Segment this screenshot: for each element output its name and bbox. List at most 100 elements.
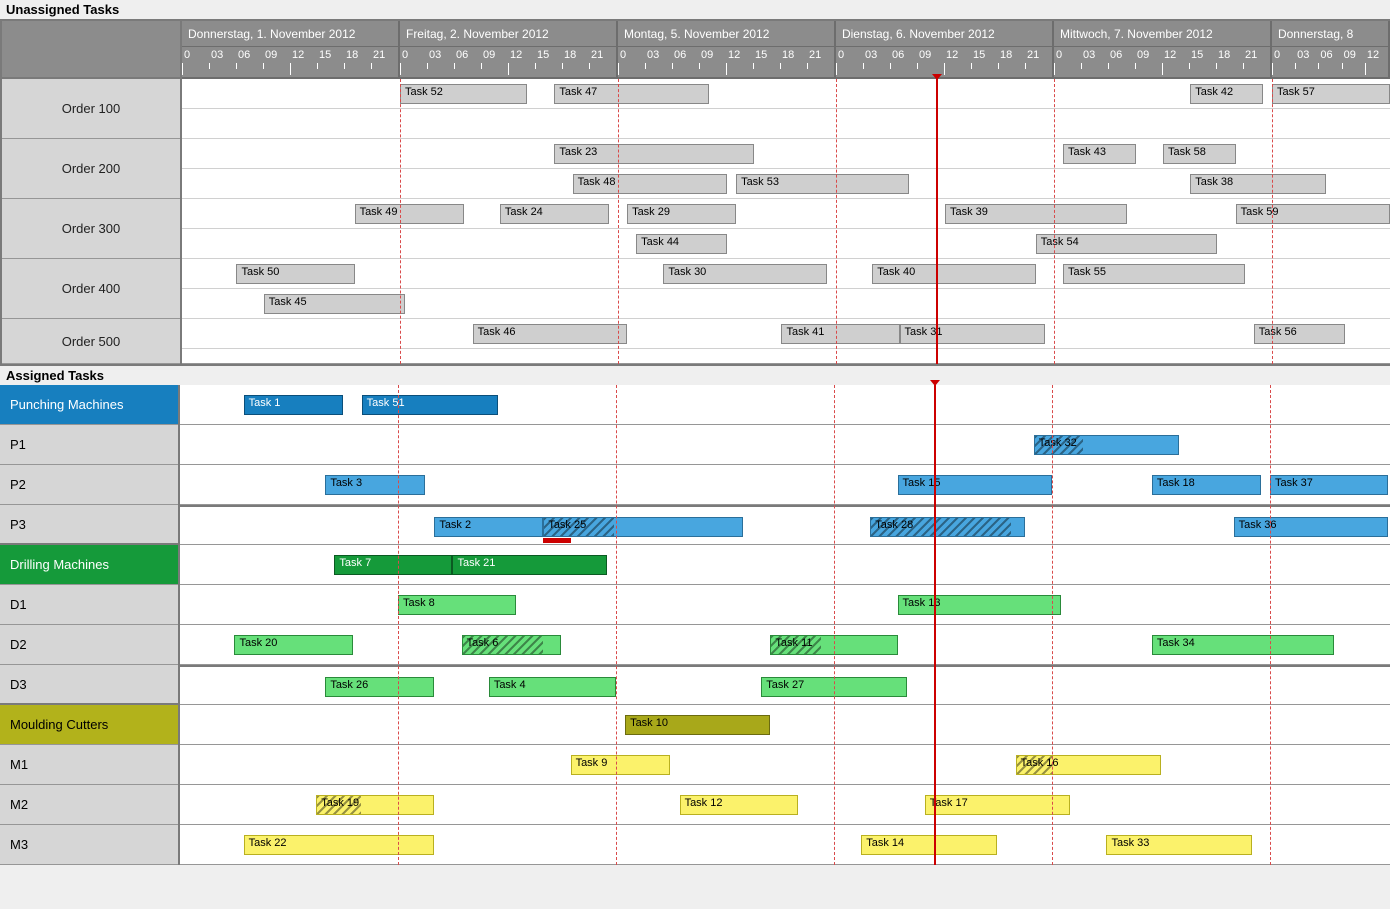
- task-bar[interactable]: Task 37: [1270, 475, 1388, 495]
- task-bar[interactable]: Task 40: [872, 264, 1035, 284]
- task-bar[interactable]: Task 14: [861, 835, 997, 855]
- task-bar[interactable]: Task 59: [1236, 204, 1390, 224]
- task-bar[interactable]: Task 38: [1190, 174, 1326, 194]
- order-row[interactable]: Task 50 Task 30 Task 40 Task 55 Task 45: [182, 259, 1390, 319]
- task-bar[interactable]: Task 25: [543, 517, 743, 537]
- task-bar[interactable]: Task 39: [945, 204, 1127, 224]
- task-bar[interactable]: Task 42: [1190, 84, 1263, 104]
- machine-row-label: P2: [0, 465, 178, 505]
- task-bar[interactable]: Task 26: [325, 677, 434, 697]
- task-bar[interactable]: Task 33: [1106, 835, 1251, 855]
- machine-row[interactable]: Task 20Task 6Task 11Task 34: [180, 625, 1390, 665]
- task-bar[interactable]: Task 58: [1163, 144, 1236, 164]
- task-bar[interactable]: Task 19: [316, 795, 434, 815]
- task-bar[interactable]: Task 46: [473, 324, 627, 344]
- task-bar[interactable]: Task 17: [925, 795, 1070, 815]
- task-bar[interactable]: Task 57: [1272, 84, 1390, 104]
- task-bar[interactable]: Task 6: [462, 635, 562, 655]
- task-bar[interactable]: Task 44: [636, 234, 727, 254]
- task-bar[interactable]: Task 8: [398, 595, 516, 615]
- machine-row-label: D2: [0, 625, 178, 665]
- task-bar[interactable]: Task 10: [625, 715, 770, 735]
- order-row-label: Order 500: [2, 319, 180, 364]
- task-bar[interactable]: Task 50: [236, 264, 354, 284]
- assigned-title: Assigned Tasks: [0, 366, 1390, 385]
- day-boundary: [836, 79, 837, 364]
- machine-row[interactable]: Task 26Task 4Task 27: [180, 665, 1390, 705]
- task-bar[interactable]: Task 12: [680, 795, 798, 815]
- task-bar[interactable]: Task 9: [571, 755, 671, 775]
- task-bar[interactable]: Task 47: [554, 84, 708, 104]
- task-bar[interactable]: Task 52: [400, 84, 527, 104]
- task-bar[interactable]: Task 53: [736, 174, 909, 194]
- task-bar[interactable]: Task 41: [781, 324, 899, 344]
- order-row-label: Order 100: [2, 79, 180, 139]
- order-row[interactable]: Task 49 Task 24 Task 29 Task 39 Task 59 Task …: [182, 199, 1390, 259]
- task-bar[interactable]: Task 23: [554, 144, 754, 164]
- machine-row[interactable]: Task 8 Task 13: [180, 585, 1390, 625]
- task-bar[interactable]: Task 51: [362, 395, 498, 415]
- task-bar[interactable]: Task 16: [1016, 755, 1161, 775]
- assigned-gantt: Punching MachinesP1P2P3Drilling Machines…: [0, 385, 1390, 865]
- machine-group-label[interactable]: Moulding Cutters: [0, 705, 178, 745]
- task-bar[interactable]: Task 48: [573, 174, 727, 194]
- task-bar[interactable]: Task 15: [898, 475, 1052, 495]
- now-marker: [936, 79, 938, 364]
- task-bar[interactable]: Task 28: [870, 517, 1024, 537]
- task-bar[interactable]: Task 24: [500, 204, 609, 224]
- group-row[interactable]: Task 10: [180, 705, 1390, 745]
- day-boundary: [616, 385, 617, 865]
- day-header: Dienstag, 6. November 2012: [836, 21, 1054, 47]
- order-row[interactable]: Task 46 Task 41Task 31 Task 56: [182, 319, 1390, 364]
- day-header: Mittwoch, 7. November 2012: [1054, 21, 1272, 47]
- day-boundary: [1270, 385, 1271, 865]
- hour-scale: 003060912: [1272, 47, 1390, 79]
- machine-row[interactable]: Task 19 Task 12 Task 17: [180, 785, 1390, 825]
- task-bar[interactable]: Task 55: [1063, 264, 1245, 284]
- task-bar[interactable]: Task 22: [244, 835, 435, 855]
- task-bar[interactable]: Task 1: [244, 395, 344, 415]
- task-bar[interactable]: Task 45: [264, 294, 405, 314]
- machine-group-label[interactable]: Drilling Machines: [0, 545, 178, 585]
- machine-row-label: P1: [0, 425, 178, 465]
- order-row[interactable]: Task 23 Task 43 Task 58 Task 48 Task 53 Task …: [182, 139, 1390, 199]
- task-bar[interactable]: Task 18: [1152, 475, 1261, 495]
- task-bar[interactable]: Task 36: [1234, 517, 1388, 537]
- unassigned-gantt: Order 100Order 200Order 300Order 400Orde…: [0, 19, 1390, 366]
- machine-row[interactable]: Task 32: [180, 425, 1390, 465]
- task-bar[interactable]: Task 30: [663, 264, 826, 284]
- task-bar[interactable]: Task 21: [452, 555, 606, 575]
- hour-scale: 003060912151821: [618, 47, 836, 79]
- task-bar[interactable]: Task 13: [898, 595, 1061, 615]
- machine-row[interactable]: Task 3 Task 15 Task 18 Task 37: [180, 465, 1390, 505]
- task-bar[interactable]: Task 7: [334, 555, 452, 575]
- day-boundary: [834, 385, 835, 865]
- task-bar[interactable]: Task 31: [900, 324, 1045, 344]
- group-row[interactable]: Task 7Task 21: [180, 545, 1390, 585]
- machine-row[interactable]: Task 9 Task 16: [180, 745, 1390, 785]
- hour-scale: 003060912151821: [182, 47, 400, 79]
- day-boundary: [398, 385, 399, 865]
- task-bar[interactable]: Task 4: [489, 677, 616, 697]
- machine-group-label[interactable]: Punching Machines: [0, 385, 178, 425]
- order-row[interactable]: Task 52 Task 47 Task 42 Task 57: [182, 79, 1390, 139]
- task-bar[interactable]: Task 43: [1063, 144, 1136, 164]
- task-bar[interactable]: Task 32: [1034, 435, 1179, 455]
- machine-row-label: M1: [0, 745, 178, 785]
- machine-row[interactable]: Task 2Task 25 Task 28 Task 36: [180, 505, 1390, 545]
- task-bar[interactable]: Task 3: [325, 475, 425, 495]
- machine-row-label: M2: [0, 785, 178, 825]
- unassigned-title: Unassigned Tasks: [0, 0, 1390, 19]
- task-bar[interactable]: Task 54: [1036, 234, 1218, 254]
- task-bar[interactable]: Task 2: [434, 517, 543, 537]
- task-bar[interactable]: Task 20: [234, 635, 352, 655]
- task-bar[interactable]: Task 34: [1152, 635, 1334, 655]
- task-bar[interactable]: Task 56: [1254, 324, 1345, 344]
- machine-row[interactable]: Task 22 Task 14 Task 33: [180, 825, 1390, 865]
- task-bar[interactable]: Task 29: [627, 204, 736, 224]
- group-row[interactable]: Task 1 Task 51: [180, 385, 1390, 425]
- machine-row-label: M3: [0, 825, 178, 865]
- day-header: Montag, 5. November 2012: [618, 21, 836, 47]
- task-bar[interactable]: Task 49: [355, 204, 464, 224]
- machine-row-label: P3: [0, 505, 178, 545]
